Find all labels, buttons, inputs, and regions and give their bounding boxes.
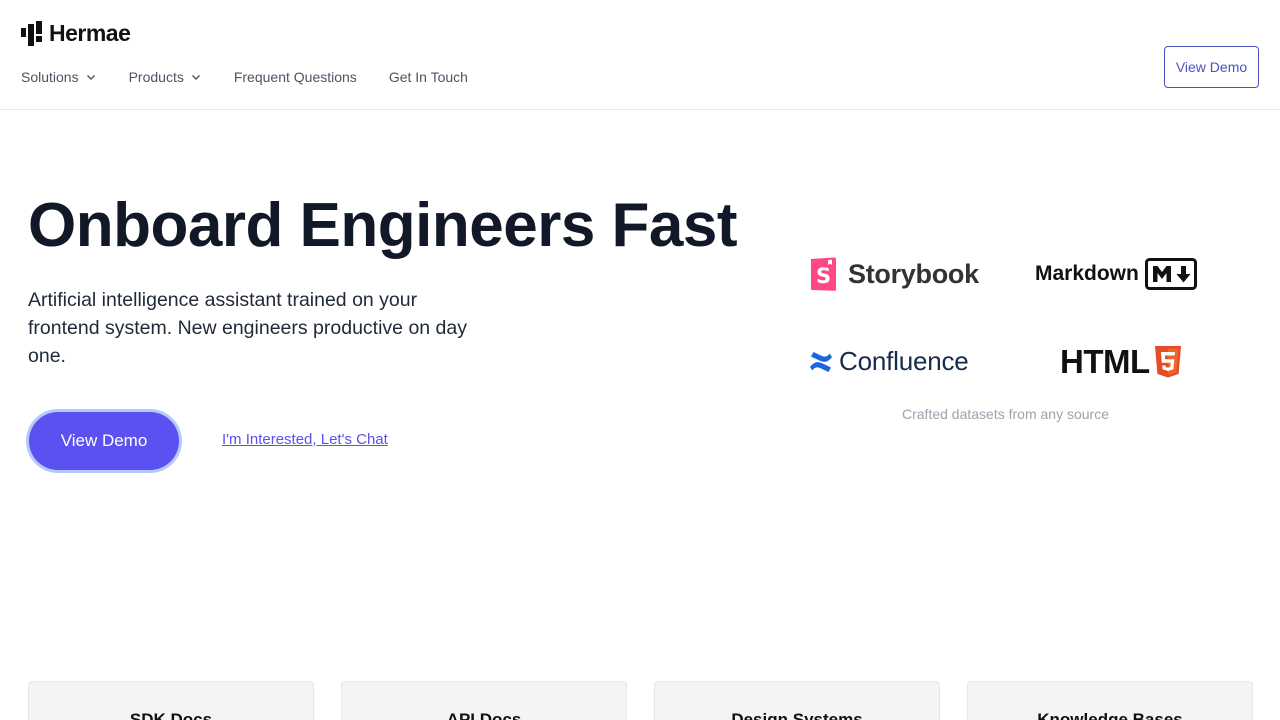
storybook-icon: S [811,257,836,291]
nav-item-get-in-touch[interactable]: Get In Touch [389,68,468,86]
markdown-name: Markdown [1035,262,1139,285]
chevron-down-icon [86,75,95,80]
header-view-demo-button[interactable]: View Demo [1164,46,1259,88]
card-title: Knowledge Bases [1037,710,1183,720]
hermae-logo-icon [21,21,43,46]
hero-view-demo-button[interactable]: View Demo [29,412,179,470]
confluence-name: Confluence [839,346,969,376]
card-title: Design Systems [731,710,863,720]
hero-subtitle: Artificial intelligence assistant traine… [28,289,467,367]
nav-item-label: Products [128,69,184,85]
confluence-icon [810,351,832,372]
card-sdk-docs[interactable]: SDK Docs [28,681,314,720]
html5-icon [1154,346,1181,378]
chevron-down-icon [191,75,200,80]
card-api-docs[interactable]: API Docs [341,681,627,720]
html-logo: HTML [1060,343,1182,381]
svg-text:S: S [816,264,831,288]
nav-item-frequent-questions[interactable]: Frequent Questions [234,68,357,86]
card-knowledge-bases[interactable]: Knowledge Bases [967,681,1253,720]
card-title: SDK Docs [129,710,213,720]
storybook-logo: S Storybook [809,256,979,292]
logo-text: Hermae [49,20,131,46]
nav-item-solutions[interactable]: Solutions [21,68,97,86]
nav-item-products[interactable]: Products [129,68,202,86]
card-design-systems[interactable]: Design Systems [654,681,940,720]
interested-chat-link[interactable]: I'm Interested, Let's Chat [222,431,388,448]
html-name: HTML [1060,343,1150,380]
confluence-logo: Confluence [809,346,969,377]
logo[interactable]: Hermae [21,20,131,47]
sources-caption: Crafted datasets from any source [902,406,1109,422]
hero-title: Onboard Engineers Fast [28,191,738,260]
card-title: API Docs [446,710,522,720]
nav-item-label: Frequent Questions [233,69,357,85]
storybook-name: Storybook [848,258,979,289]
site-header: Hermae Solutions Products Frequent Quest… [0,0,1280,110]
markdown-logo: Markdown [1035,258,1197,290]
nav-item-label: Get In Touch [388,69,468,85]
main-nav: Solutions Products Frequent Questions Ge… [21,68,500,86]
nav-item-label: Solutions [21,69,79,85]
markdown-icon [1144,258,1197,290]
